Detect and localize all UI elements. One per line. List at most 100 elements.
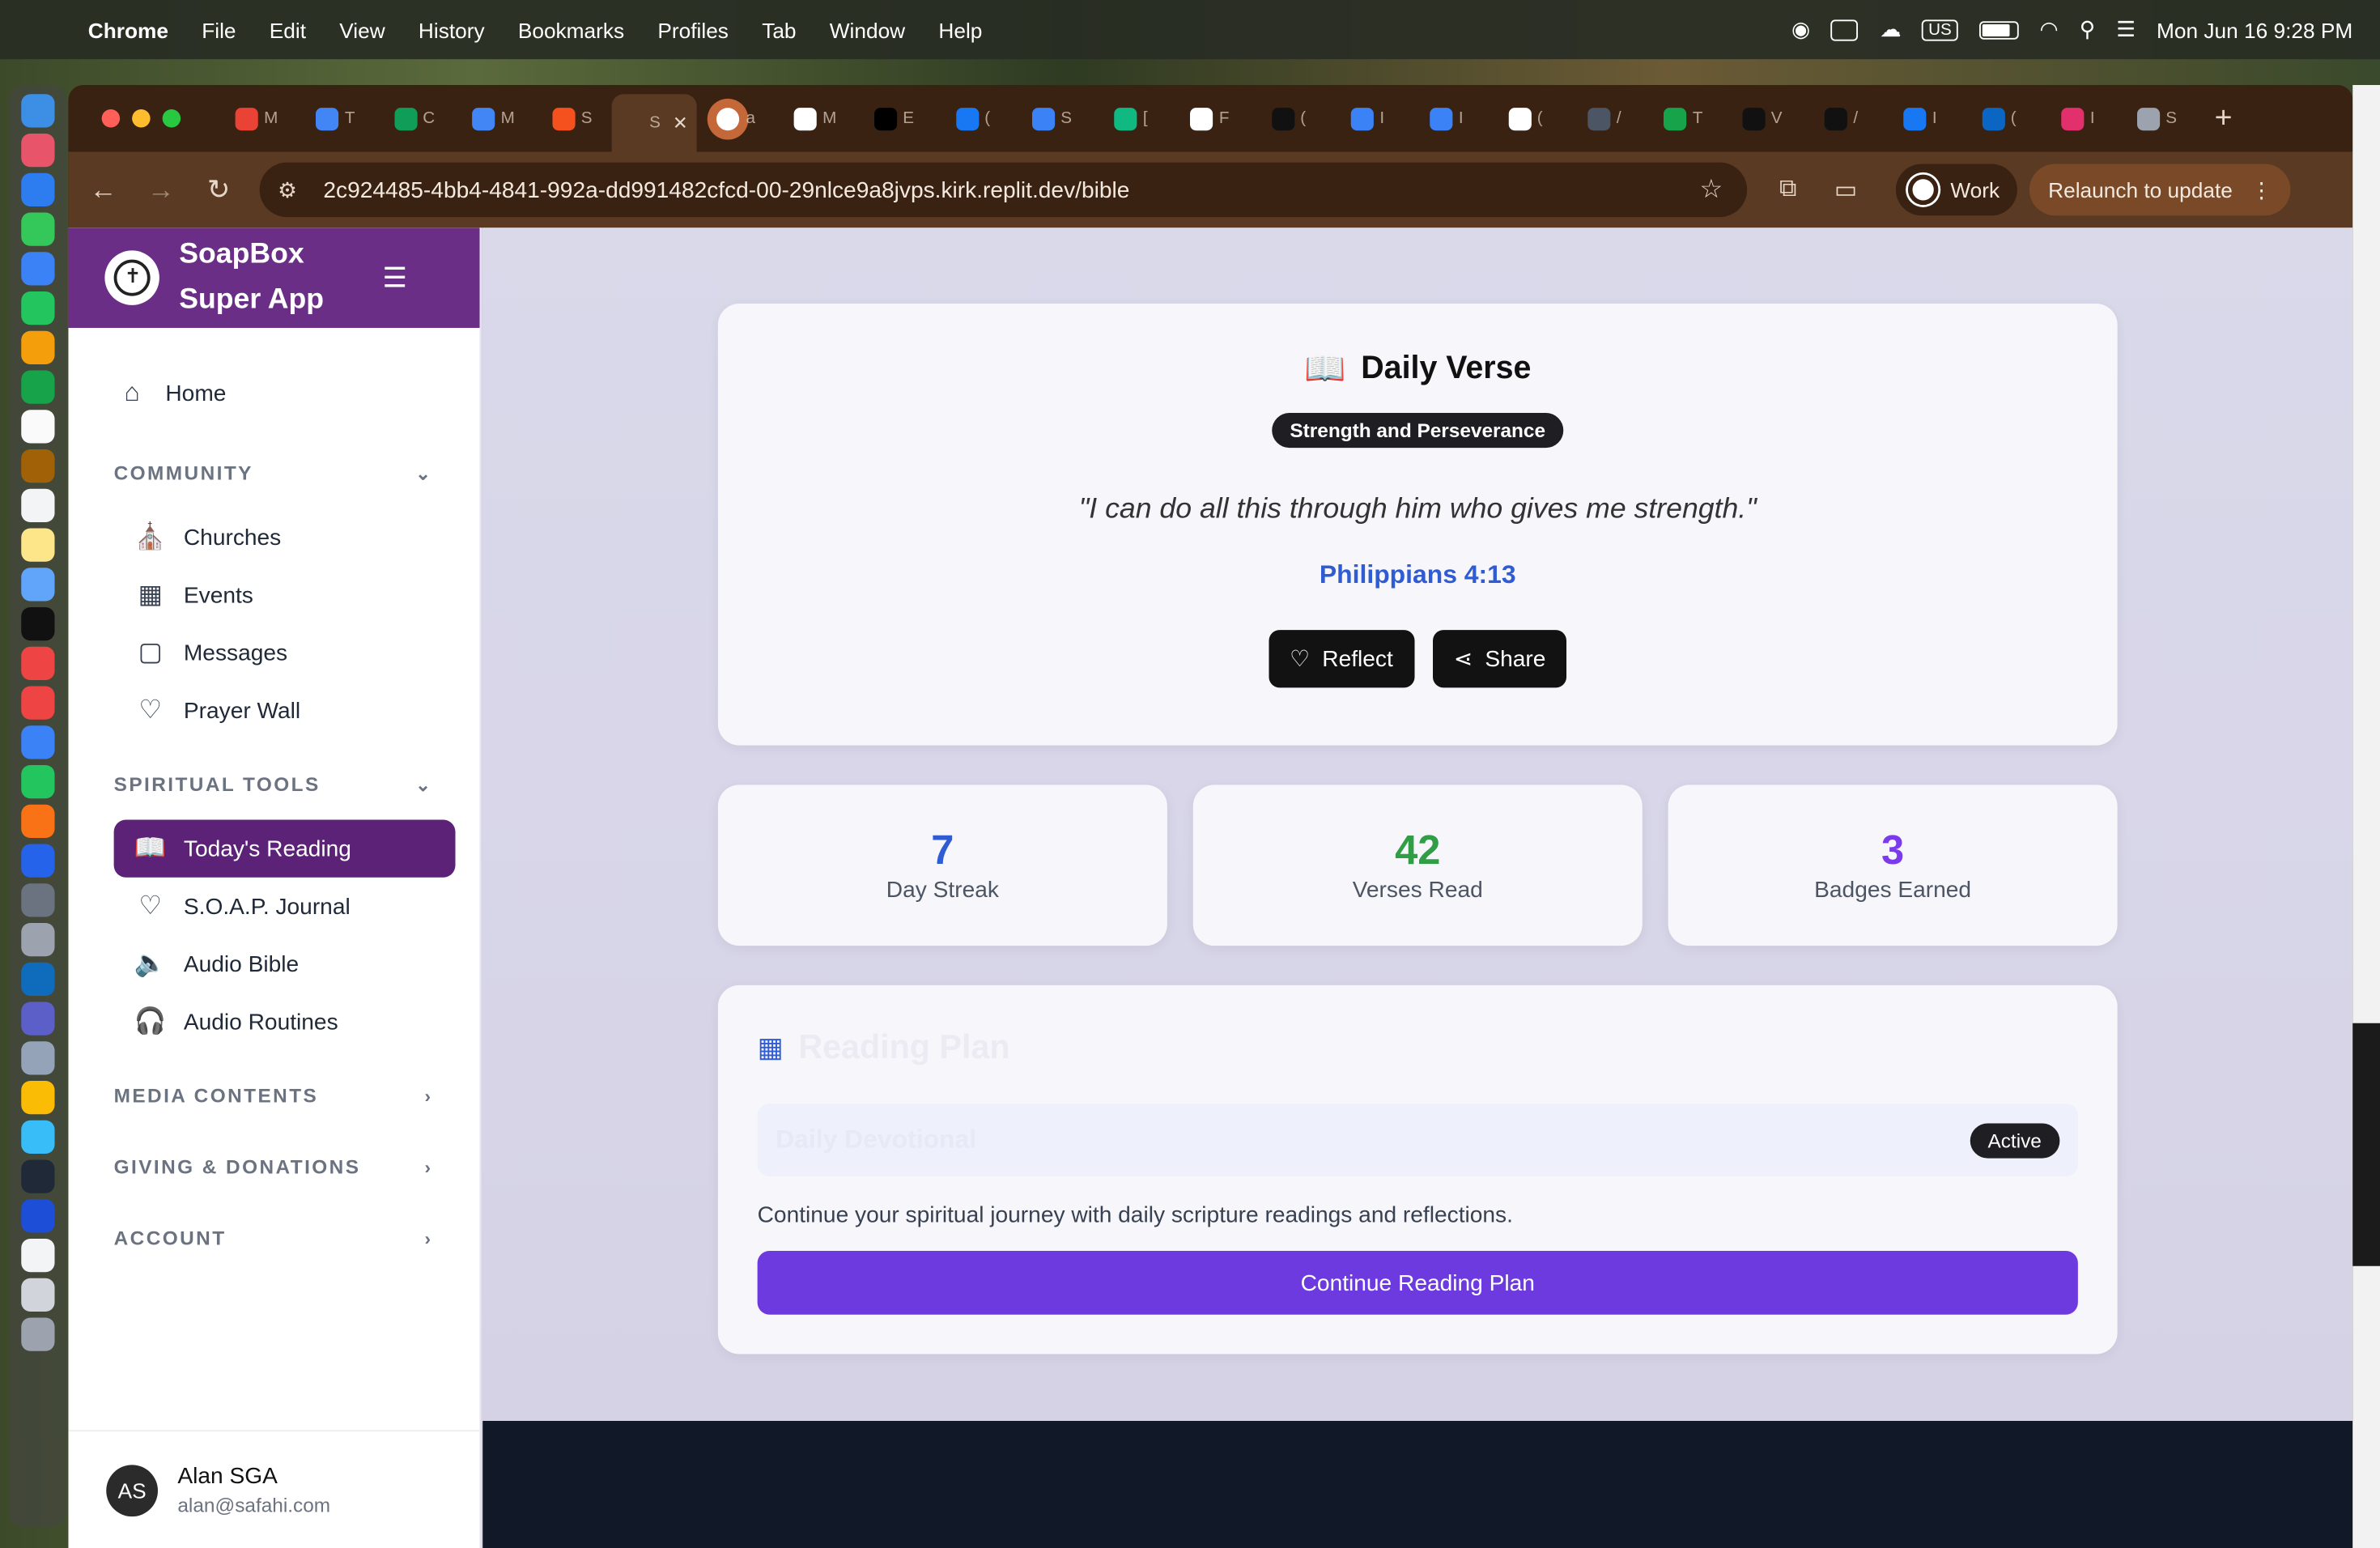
menu-view[interactable]: View: [323, 18, 402, 42]
menubar-clock[interactable]: Mon Jun 16 9:28 PM: [2157, 18, 2352, 42]
new-tab-button[interactable]: +: [2215, 101, 2233, 136]
teams-icon[interactable]: [21, 1002, 55, 1036]
browser-tab[interactable]: [: [1091, 94, 1171, 142]
music-icon[interactable]: [21, 646, 55, 680]
messages-icon[interactable]: [21, 212, 55, 246]
browser-tab[interactable]: /: [1565, 94, 1644, 142]
browser-tab[interactable]: V: [1723, 94, 1802, 142]
browser-tab[interactable]: I: [1407, 94, 1486, 142]
news-icon[interactable]: [21, 686, 55, 720]
browser-tab[interactable]: M: [217, 94, 296, 142]
section-community[interactable]: COMMUNITY ⌄: [114, 437, 454, 508]
soapbox-logo[interactable]: [104, 250, 159, 305]
relaunch-button[interactable]: Relaunch to update ⋮: [2029, 164, 2291, 216]
maps-icon[interactable]: [21, 291, 55, 325]
user-profile[interactable]: AS Alan SGA alan@safahi.com: [68, 1430, 482, 1548]
browser-tab[interactable]: (: [1249, 94, 1328, 142]
browser-tab[interactable]: M: [454, 94, 533, 142]
trash-icon[interactable]: [21, 1317, 55, 1351]
browser-tab[interactable]: a: [697, 94, 776, 142]
section-media-contents[interactable]: MEDIA CONTENTS ›: [114, 1060, 454, 1131]
browser-tab[interactable]: I: [1881, 94, 1960, 142]
menu-history[interactable]: History: [402, 18, 501, 42]
reading-plan-row[interactable]: Daily Devotional Active: [757, 1104, 2078, 1177]
verse-reference[interactable]: Philippians 4:13: [718, 560, 2118, 591]
1password-icon[interactable]: [21, 1199, 55, 1233]
reflect-button[interactable]: ♡ Reflect: [1268, 630, 1415, 688]
photos-icon[interactable]: [21, 330, 55, 364]
close-window-button[interactable]: [101, 109, 121, 128]
sidebar-item-churches[interactable]: ⛪ Churches: [68, 508, 453, 566]
zoom-window-button[interactable]: [162, 109, 181, 128]
preview-icon[interactable]: [21, 1041, 55, 1075]
profile-button[interactable]: Work: [1895, 164, 2018, 216]
sidebar-item-soap-journal[interactable]: ♡ S.O.A.P. Journal: [68, 878, 453, 935]
continue-reading-plan-button[interactable]: Continue Reading Plan: [757, 1251, 2078, 1315]
sidebar-item-messages[interactable]: ▢ Messages: [68, 624, 453, 682]
apple-tv-icon[interactable]: [21, 607, 55, 641]
extensions-icon[interactable]: ⧉: [1759, 176, 1817, 204]
browser-tab[interactable]: S ✕: [611, 94, 697, 152]
menu-tab[interactable]: Tab: [746, 18, 814, 42]
keynote-icon[interactable]: [21, 725, 55, 759]
document-icon[interactable]: [21, 1239, 55, 1273]
mail-icon[interactable]: [21, 252, 55, 286]
safari-icon[interactable]: [21, 172, 55, 206]
hamburger-menu-icon[interactable]: ☰: [383, 262, 407, 293]
browser-tab[interactable]: E: [855, 94, 934, 142]
sidebar-item-audio-bible[interactable]: 🔈 Audio Bible: [68, 935, 453, 993]
outlook-status-icon[interactable]: [1831, 19, 1859, 40]
browser-tab[interactable]: S: [1013, 94, 1092, 142]
browser-tab[interactable]: T: [296, 94, 376, 142]
minimize-window-button[interactable]: [132, 109, 151, 128]
facetime-icon[interactable]: [21, 370, 55, 404]
browser-tab[interactable]: T: [1644, 94, 1723, 142]
address-bar[interactable]: ⚙ 2c924485-4bb4-4841-992a-dd991482cfcd-0…: [259, 162, 1748, 218]
menu-help[interactable]: Help: [922, 18, 999, 42]
keyboard-layout-indicator[interactable]: US: [1922, 19, 1958, 40]
bookmark-star-icon[interactable]: ☆: [1700, 175, 1748, 206]
menu-app-name[interactable]: Chrome: [85, 18, 185, 42]
browser-tab[interactable]: (: [1486, 94, 1566, 142]
reminders-icon[interactable]: [21, 488, 55, 522]
sidebar-item-events[interactable]: ▦ Events: [68, 566, 453, 623]
menu-file[interactable]: File: [185, 18, 253, 42]
sidebar-item-prayer-wall[interactable]: ♡ Prayer Wall: [68, 682, 453, 739]
numbers-icon[interactable]: [21, 765, 55, 799]
system-settings-icon[interactable]: [21, 883, 55, 917]
browser-tab[interactable]: (: [933, 94, 1013, 142]
pages-icon[interactable]: [21, 804, 55, 838]
cast-icon[interactable]: ▭: [1817, 175, 1874, 206]
finder-icon[interactable]: [21, 94, 55, 128]
launchpad-icon[interactable]: [21, 134, 55, 168]
vpn-icon[interactable]: ◉: [1791, 17, 1810, 43]
menu-edit[interactable]: Edit: [253, 18, 322, 42]
sidebar-item-home[interactable]: ⌂ Home: [114, 364, 454, 422]
notes-icon[interactable]: [21, 528, 55, 562]
back-icon[interactable]: ←: [74, 161, 132, 219]
contacts-icon[interactable]: [21, 449, 55, 483]
sidebar-item-audio-routines[interactable]: 🎧 Audio Routines: [68, 993, 453, 1050]
share-button[interactable]: ⋖ Share: [1432, 630, 1567, 688]
downloads-icon[interactable]: [21, 1278, 55, 1312]
browser-tab[interactable]: I: [1328, 94, 1408, 142]
wifi-icon[interactable]: ◠: [2040, 17, 2059, 43]
browser-tab[interactable]: F: [1171, 94, 1250, 142]
browser-tab[interactable]: /: [1802, 94, 1881, 142]
browser-tab[interactable]: I: [2038, 94, 2118, 142]
terminal-icon[interactable]: [21, 1159, 55, 1193]
teams-status-icon[interactable]: ☁: [1880, 17, 1901, 43]
section-account[interactable]: ACCOUNT ›: [114, 1202, 454, 1274]
section-spiritual-tools[interactable]: SPIRITUAL TOOLS ⌄: [114, 748, 454, 819]
browser-tab[interactable]: S: [533, 94, 612, 142]
sidebar-item-todays-reading[interactable]: 📖 Today's Reading: [113, 819, 456, 878]
section-giving-donations[interactable]: GIVING & DONATIONS ›: [114, 1131, 454, 1202]
site-settings-icon[interactable]: ⚙: [278, 176, 311, 202]
calendar-icon[interactable]: [21, 410, 55, 444]
spotlight-search-icon[interactable]: ⚲: [2080, 17, 2095, 43]
close-tab-icon[interactable]: ✕: [673, 113, 688, 134]
menu-window[interactable]: Window: [813, 18, 922, 42]
chrome-icon[interactable]: [21, 1081, 55, 1115]
outlook-icon[interactable]: [21, 962, 55, 996]
iphone-mirroring-icon[interactable]: [21, 923, 55, 957]
